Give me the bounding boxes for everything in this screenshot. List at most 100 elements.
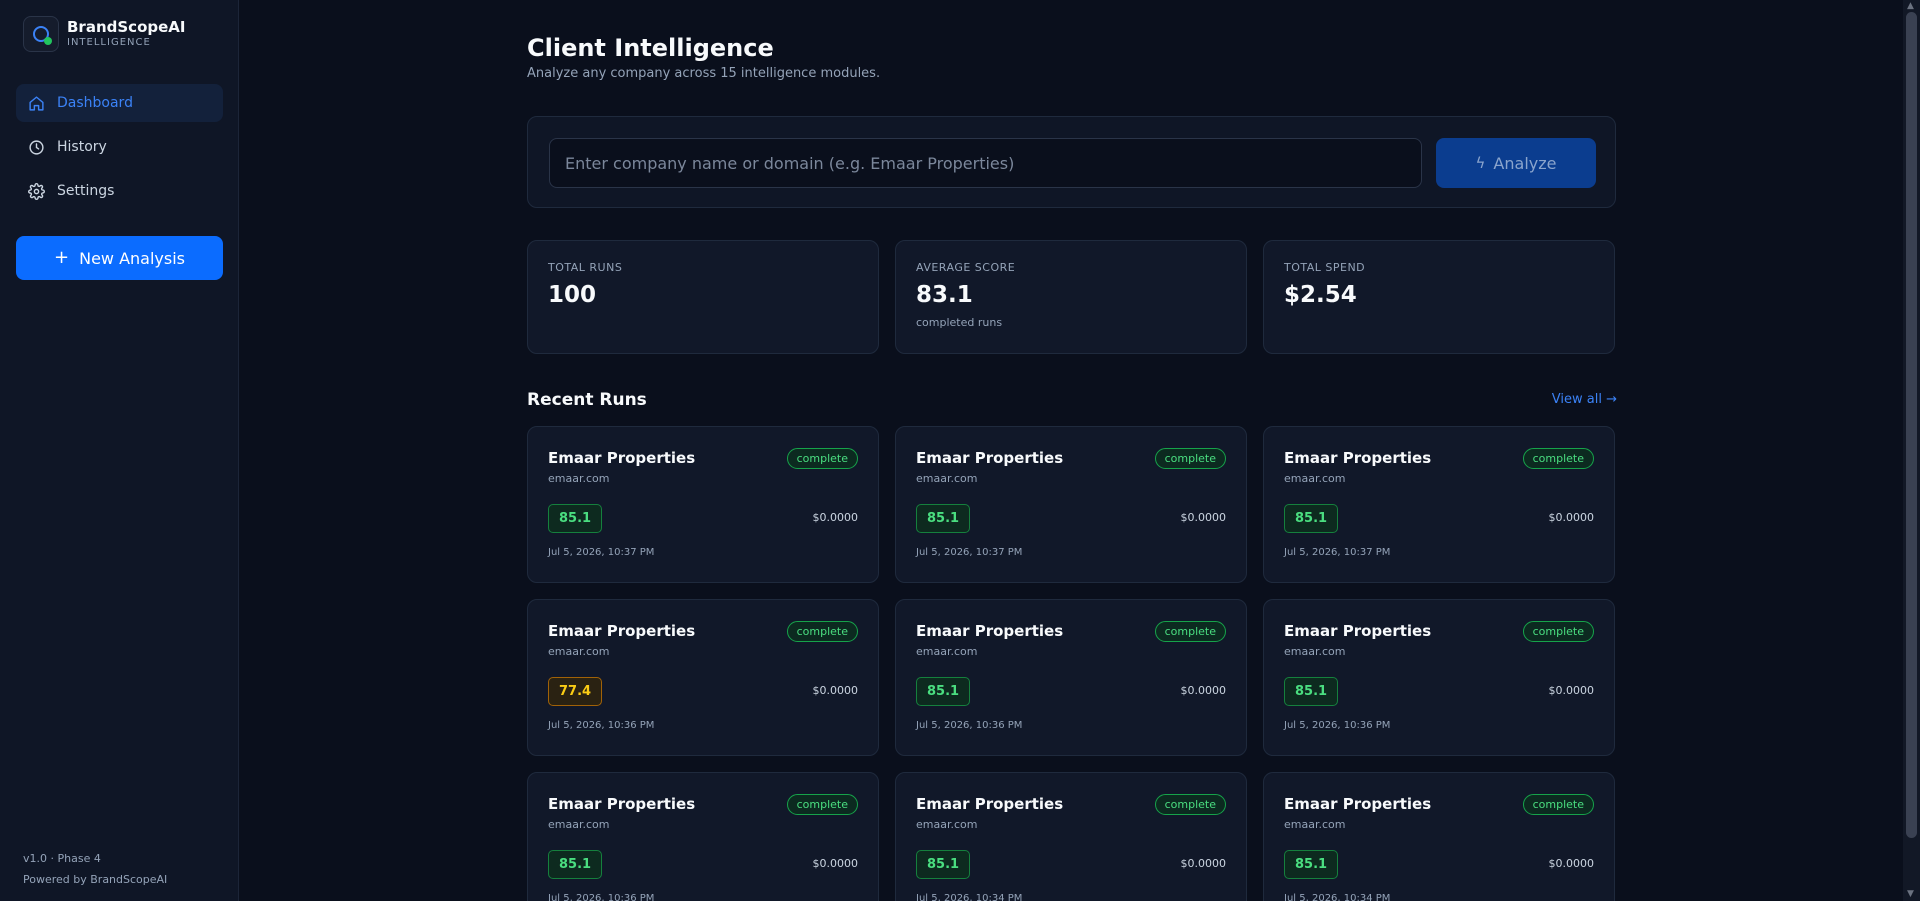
sidebar-item-settings[interactable]: Settings — [16, 172, 223, 210]
run-cost: $0.0000 — [812, 511, 859, 524]
brand-subtitle: INTELLIGENCE — [67, 37, 151, 48]
new-analysis-label: New Analysis — [79, 248, 185, 268]
status-badge: complete — [1522, 621, 1594, 642]
status-badge: complete — [1154, 621, 1226, 642]
run-company-name: Emaar Properties — [916, 795, 1064, 813]
run-cost: $0.0000 — [1548, 857, 1595, 870]
run-card[interactable]: Emaar Properties emaar.com complete 85.1 $0.… — [1263, 772, 1615, 901]
run-card[interactable]: Emaar Properties emaar.com complete 85.1 $0.… — [895, 599, 1247, 756]
stat-value: 83.1 — [916, 282, 973, 308]
new-analysis-button[interactable]: + New Analysis — [16, 236, 223, 280]
run-company-name: Emaar Properties — [1284, 449, 1432, 467]
page-scrollbar[interactable]: ▲ ▼ — [1903, 0, 1920, 901]
stat-card-average-score: AVERAGE SCORE 83.1 completed runs — [895, 240, 1247, 354]
home-icon — [29, 95, 44, 111]
stat-card-total-spend: TOTAL SPEND $2.54 — [1263, 240, 1615, 354]
run-company-name: Emaar Properties — [916, 622, 1064, 640]
status-badge: complete — [786, 794, 858, 815]
score-badge: 85.1 — [1284, 850, 1339, 879]
company-search-input[interactable] — [549, 138, 1422, 188]
run-timestamp: Jul 5, 2026, 10:36 PM — [916, 720, 1023, 731]
analyze-button[interactable]: ϟ Analyze — [1436, 138, 1596, 188]
sidebar: BrandScopeAI INTELLIGENCE Dashboard Hist… — [0, 0, 239, 901]
run-cost: $0.0000 — [1548, 511, 1595, 524]
run-domain: emaar.com — [1284, 645, 1346, 658]
run-domain: emaar.com — [916, 818, 978, 831]
sidebar-item-label: History — [57, 139, 107, 155]
run-cost: $0.0000 — [1180, 511, 1227, 524]
page-subtitle: Analyze any company across 15 intelligen… — [527, 66, 881, 81]
scroll-down-arrow-icon[interactable]: ▼ — [1907, 890, 1916, 899]
scroll-thumb[interactable] — [1906, 12, 1917, 838]
status-badge: complete — [1154, 794, 1226, 815]
run-card[interactable]: Emaar Properties emaar.com complete 85.1 $0.… — [1263, 599, 1615, 756]
score-badge: 77.4 — [548, 677, 603, 706]
run-cost: $0.0000 — [812, 857, 859, 870]
recent-runs-title: Recent Runs — [527, 390, 647, 410]
run-domain: emaar.com — [1284, 472, 1346, 485]
lightning-icon: ϟ — [1475, 154, 1486, 172]
brand-logo-icon — [23, 16, 59, 52]
stat-value: 100 — [548, 282, 597, 308]
run-card[interactable]: Emaar Properties emaar.com complete 85.1 $0.… — [895, 772, 1247, 901]
run-domain: emaar.com — [1284, 818, 1346, 831]
run-timestamp: Jul 5, 2026, 10:36 PM — [1284, 720, 1391, 731]
score-badge: 85.1 — [916, 504, 971, 533]
brand-name: BrandScopeAI — [67, 18, 186, 36]
clock-icon — [29, 139, 44, 155]
sidebar-item-label: Dashboard — [57, 95, 133, 111]
stat-label: TOTAL SPEND — [1284, 261, 1366, 274]
status-badge: complete — [786, 448, 858, 469]
sidebar-item-label: Settings — [57, 183, 115, 199]
run-timestamp: Jul 5, 2026, 10:37 PM — [916, 547, 1023, 558]
score-badge: 85.1 — [548, 504, 603, 533]
run-domain: emaar.com — [916, 472, 978, 485]
run-timestamp: Jul 5, 2026, 10:37 PM — [548, 547, 655, 558]
status-badge: complete — [1522, 794, 1594, 815]
run-timestamp: Jul 5, 2026, 10:37 PM — [1284, 547, 1391, 558]
run-card[interactable]: Emaar Properties emaar.com complete 85.1 $0.… — [895, 426, 1247, 583]
run-timestamp: Jul 5, 2026, 10:36 PM — [548, 893, 655, 901]
run-domain: emaar.com — [548, 645, 610, 658]
version-text: v1.0 · Phase 4 — [23, 852, 101, 865]
view-all-link[interactable]: View all → — [1552, 392, 1617, 407]
run-cost: $0.0000 — [1180, 684, 1227, 697]
scroll-up-arrow-icon[interactable]: ▲ — [1907, 2, 1916, 11]
stat-label: AVERAGE SCORE — [916, 261, 1016, 274]
run-company-name: Emaar Properties — [1284, 622, 1432, 640]
run-company-name: Emaar Properties — [1284, 795, 1432, 813]
run-timestamp: Jul 5, 2026, 10:36 PM — [548, 720, 655, 731]
sidebar-footer: v1.0 · Phase 4 Powered by BrandScopeAI — [23, 848, 167, 890]
score-badge: 85.1 — [1284, 677, 1339, 706]
score-badge: 85.1 — [1284, 504, 1339, 533]
run-timestamp: Jul 5, 2026, 10:34 PM — [1284, 893, 1391, 901]
stat-label: TOTAL RUNS — [548, 261, 623, 274]
gear-icon — [28, 182, 45, 200]
analyze-label: Analyze — [1493, 153, 1557, 173]
stat-value: $2.54 — [1284, 282, 1357, 308]
brand[interactable]: BrandScopeAI INTELLIGENCE — [23, 16, 185, 52]
run-cost: $0.0000 — [812, 684, 859, 697]
score-badge: 85.1 — [916, 677, 971, 706]
status-badge: complete — [1522, 448, 1594, 469]
run-card[interactable]: Emaar Properties emaar.com complete 85.1 $0.… — [527, 772, 879, 901]
run-card[interactable]: Emaar Properties emaar.com complete 77.4 $0.… — [527, 599, 879, 756]
status-badge: complete — [786, 621, 858, 642]
run-domain: emaar.com — [548, 818, 610, 831]
run-company-name: Emaar Properties — [548, 622, 696, 640]
run-cost: $0.0000 — [1180, 857, 1227, 870]
plus-icon: + — [54, 247, 70, 268]
search-panel: ϟ Analyze — [527, 116, 1616, 208]
run-card[interactable]: Emaar Properties emaar.com complete 85.1 $0.… — [527, 426, 879, 583]
run-company-name: Emaar Properties — [548, 449, 696, 467]
stat-note: completed runs — [916, 316, 1003, 329]
score-badge: 85.1 — [548, 850, 603, 879]
status-badge: complete — [1154, 448, 1226, 469]
run-domain: emaar.com — [916, 645, 978, 658]
sidebar-item-history[interactable]: History — [16, 128, 223, 166]
score-badge: 85.1 — [916, 850, 971, 879]
sidebar-item-dashboard[interactable]: Dashboard — [16, 84, 223, 122]
run-timestamp: Jul 5, 2026, 10:34 PM — [916, 893, 1023, 901]
run-card[interactable]: Emaar Properties emaar.com complete 85.1 $0.… — [1263, 426, 1615, 583]
run-company-name: Emaar Properties — [916, 449, 1064, 467]
